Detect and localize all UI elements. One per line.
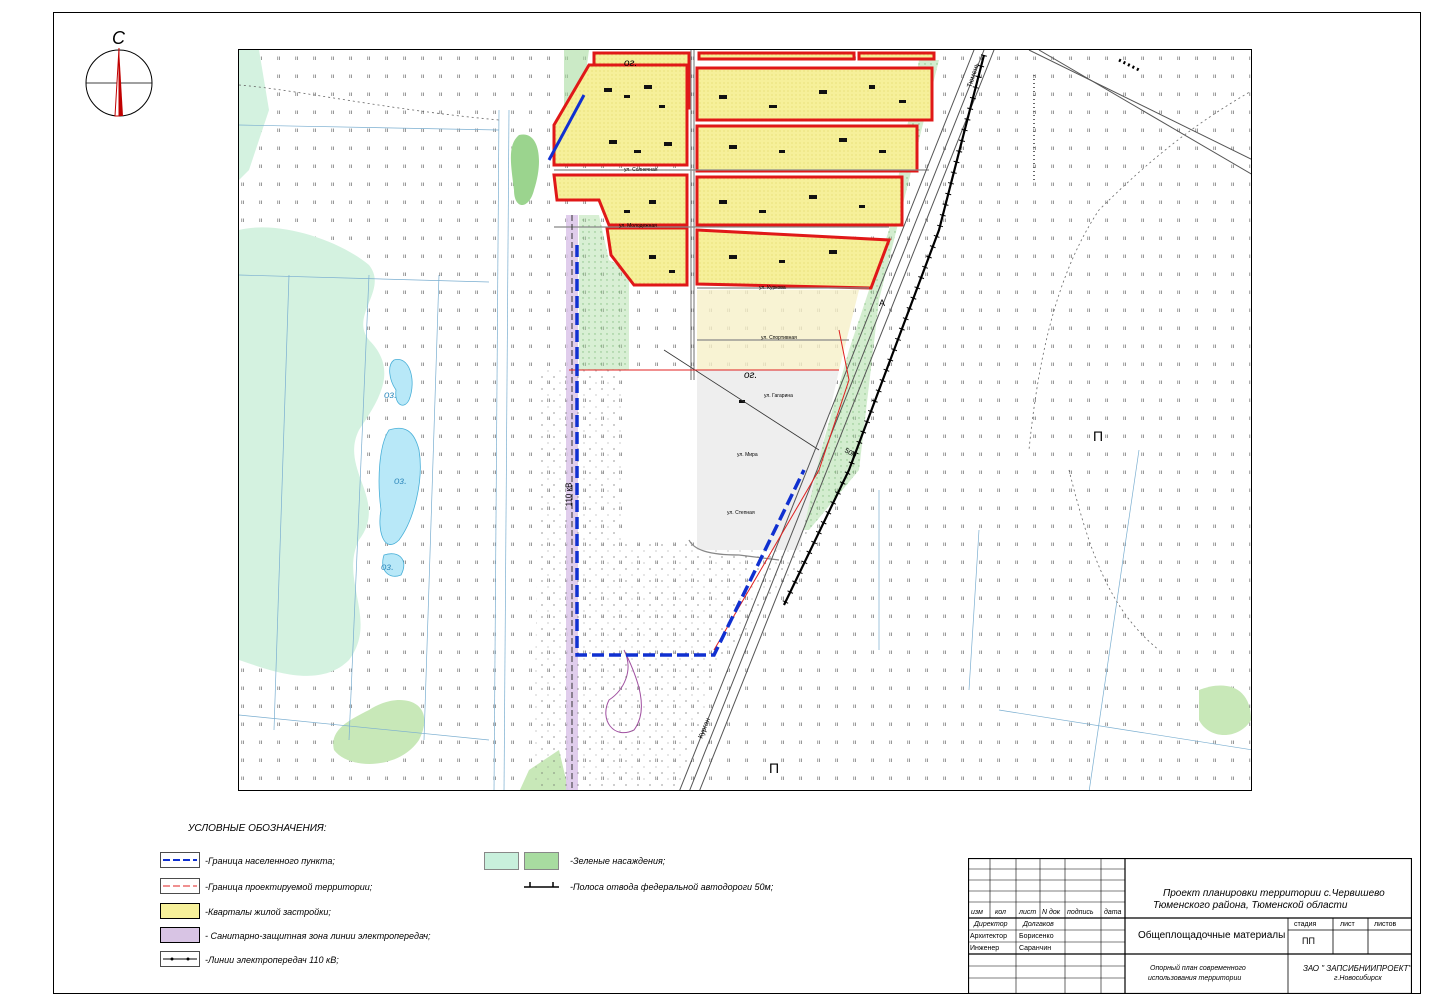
map-area[interactable]: ıı [238,49,1252,791]
col-ndok: N док [1042,909,1061,916]
section-name: Общеплощадочные материалы [1138,930,1286,941]
map-drawing: ıı [239,50,1251,790]
project-title-line2: Тюменского района, Тюменской области [1153,900,1348,911]
lake-label-1: оз. [384,390,397,401]
name-engineer: Саранчин [1019,945,1052,952]
map-label-p-right: П [1093,428,1104,444]
dashed-red-line-icon [160,878,200,894]
map-label-p-bottom: П [769,760,780,776]
north-arrow: С [83,28,155,118]
title-block: Проект планировки территории с.Червишево… [968,858,1412,994]
street-label-sportivnaya: ул. Спортивная [761,335,797,341]
col-list: лист [1019,909,1037,916]
role-engineer: Инженер [970,945,1000,952]
street-label-solnechnaya: ул. Солнечная [624,167,658,173]
street-label-kurkova: ул. Куркова [759,285,786,291]
drawing-name-line1: Опорный план современного [1150,965,1246,972]
street-label-mira: ул. Мира [737,452,758,458]
compass-icon [85,47,153,117]
project-title-line1: Проект планировки территории с.Червишево [1163,888,1385,899]
legend-title: УСЛОВНЫЕ ОБОЗНАЧЕНИЯ: [188,823,327,834]
purple-fill-swatch [160,927,200,943]
col-izm: изм [971,909,983,916]
stage-value: ПП [1302,936,1315,946]
og-label-1: ог. [624,58,638,69]
sheets-header: листов [1374,921,1397,928]
col-kol: кол [995,909,1006,916]
road-label-a: А [879,298,886,308]
street-label-stepnaya: ул. Степная [727,510,755,516]
col-podpis: подпись [1067,909,1094,916]
og-label-2: ог. [744,370,758,381]
street-label-molodezhnaya: ул. Молодежная [619,223,657,229]
lake-label-2: оз. [394,476,407,487]
road-strip-icon [524,882,559,888]
yellow-fill-swatch [160,903,200,919]
role-architect: Архитектор [970,933,1007,940]
dark-green-swatch [524,852,559,870]
name-architect: Борисенко [1019,933,1054,940]
powerline-label: 110 кВ [564,482,574,507]
power-line-icon [160,951,200,967]
light-green-swatch [484,852,519,870]
lake-label-3: оз. [381,562,394,573]
name-director: Долгаков [1023,921,1054,928]
drawing-name-line2: использования территории [1148,975,1242,982]
stage-header: стадия [1294,921,1317,928]
organization-name: ЗАО " ЗАПСИБНИИПРОЕКТ" [1303,964,1412,973]
col-data: дата [1104,909,1122,916]
role-director: Директор [974,921,1008,928]
sheet-header: лист [1340,921,1355,928]
dashed-blue-line-icon [160,852,200,868]
street-label-gagarina: ул. Гагарина [764,393,793,399]
organization-city: г.Новосибирск [1334,975,1382,982]
